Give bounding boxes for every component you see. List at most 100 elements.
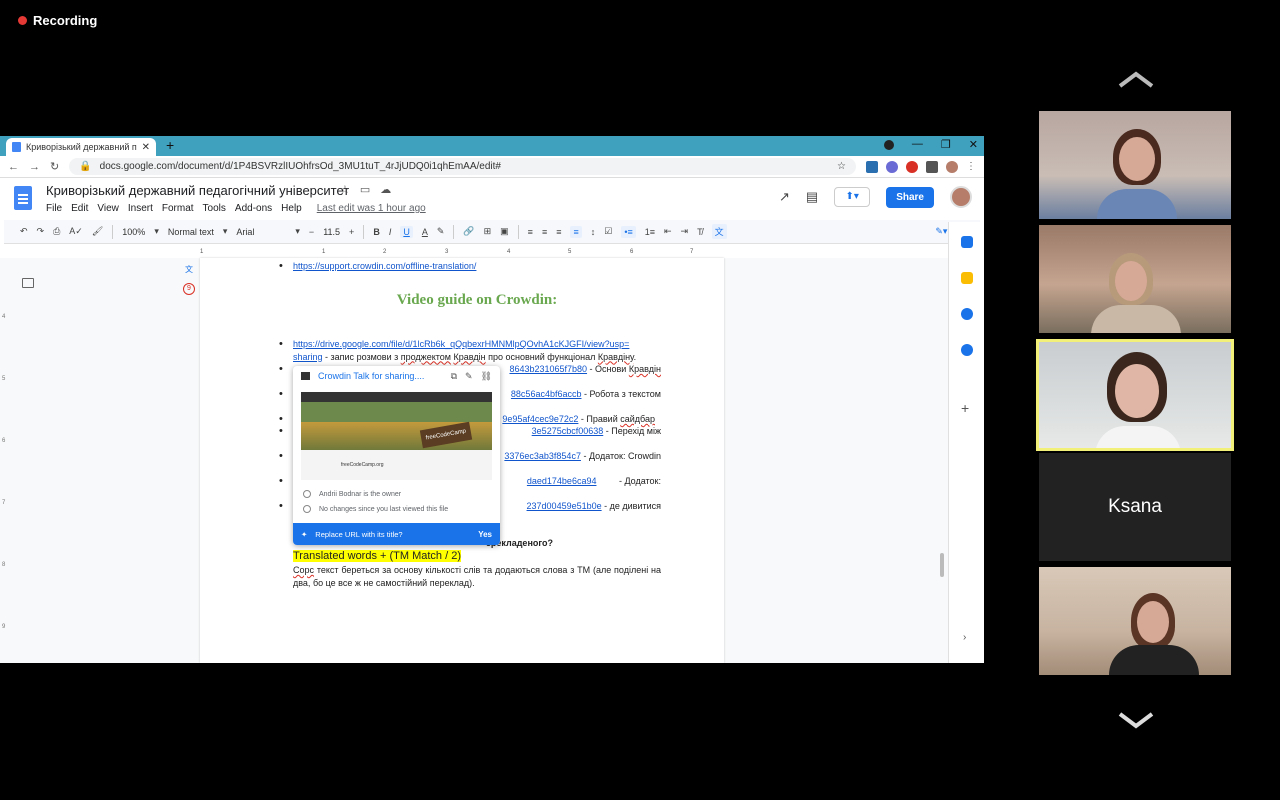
misspelled-word[interactable]: сайдбар — [620, 414, 655, 424]
active-speaker-tile[interactable] — [1036, 339, 1234, 451]
video-thumbnail[interactable]: freeCodeCamp freeCodeCamp.org — [301, 392, 492, 480]
translate-suggest-icon[interactable]: 文 — [185, 264, 193, 275]
align-left-icon[interactable]: ≡ — [528, 227, 533, 237]
misspelled-word[interactable]: Сорс — [293, 565, 314, 575]
copy-link-icon[interactable]: ⧉ — [451, 371, 457, 382]
expand-panel-icon[interactable]: › — [963, 632, 966, 643]
link[interactable]: 9e95af4cec9e72c2 — [502, 414, 578, 424]
keep-icon[interactable] — [961, 272, 973, 284]
participant-tile[interactable] — [1039, 567, 1231, 675]
font-select[interactable]: Arial — [236, 227, 286, 237]
link-icon[interactable]: 🔗 — [463, 226, 474, 237]
star-icon[interactable]: ☆ — [340, 183, 350, 196]
gear-ext-icon[interactable] — [886, 160, 898, 173]
decrease-indent-icon[interactable]: ⇤ — [664, 226, 672, 237]
minimize-icon[interactable]: — — [912, 138, 923, 151]
present-button[interactable]: ⬆▾ — [834, 187, 871, 207]
close-tab-icon[interactable]: ✕ — [142, 142, 150, 153]
document-outline-icon[interactable] — [22, 278, 34, 288]
link[interactable]: 8643b231065f7b80 — [509, 364, 587, 374]
scroll-up-icon[interactable] — [1118, 70, 1154, 90]
link[interactable]: daed174be6ca94 — [527, 476, 597, 486]
add-ons-plus-icon[interactable]: + — [961, 400, 969, 416]
redo-icon[interactable]: ↷ — [37, 226, 45, 237]
link[interactable]: https://drive.google.com/file/d/1lcRb6k_… — [293, 339, 629, 349]
activity-trend-icon[interactable]: ↗ — [779, 189, 790, 205]
profile-icon[interactable] — [883, 140, 894, 150]
align-center-icon[interactable]: ≡ — [542, 227, 547, 237]
bookmark-star-icon[interactable]: ☆ — [837, 161, 846, 172]
link[interactable]: 3e5275cbcf00638 — [532, 426, 604, 436]
bulleted-list-icon[interactable]: •≡ — [621, 225, 636, 238]
restore-icon[interactable]: ❐ — [941, 138, 951, 151]
undo-icon[interactable]: ↶ — [20, 226, 28, 237]
last-edit-link[interactable]: Last edit was 1 hour ago — [317, 203, 426, 214]
line-spacing-icon[interactable]: ↕ — [591, 227, 596, 237]
italic-icon[interactable]: I — [389, 227, 392, 237]
font-size-field[interactable]: 11.5 — [323, 227, 340, 237]
calendar-icon[interactable] — [961, 236, 973, 248]
checklist-icon[interactable]: ☑ — [604, 226, 612, 237]
browser-tab[interactable]: Криворізький державний педаг ✕ — [6, 138, 156, 156]
link[interactable]: 88c56ac4bf6accb — [511, 389, 582, 399]
edit-link-icon[interactable]: ✎ — [465, 371, 473, 382]
link-preview-title[interactable]: Crowdin Talk for sharing.... — [318, 371, 443, 381]
remove-link-icon[interactable]: ⛓ — [481, 371, 492, 382]
translate-ext-icon[interactable] — [866, 160, 878, 173]
menu-format[interactable]: Format — [162, 203, 194, 214]
menu-insert[interactable]: Insert — [128, 203, 153, 214]
opera-ext-icon[interactable] — [906, 160, 918, 173]
align-justify-icon[interactable]: ≡ — [570, 225, 582, 238]
bold-icon[interactable]: B — [373, 227, 380, 237]
share-button[interactable]: Share — [886, 186, 934, 208]
menu-help[interactable]: Help — [281, 203, 302, 214]
new-tab-button[interactable]: + — [166, 137, 174, 153]
scrollbar-thumb[interactable] — [940, 553, 944, 577]
kebab-menu-icon[interactable]: ⋮ — [966, 161, 976, 173]
participant-tile[interactable] — [1039, 111, 1231, 219]
avatar-small[interactable] — [946, 160, 958, 173]
menu-tools[interactable]: Tools — [203, 203, 226, 214]
zoom-select[interactable]: 100% — [122, 227, 145, 237]
reload-icon[interactable]: ↻ — [50, 160, 59, 173]
menu-view[interactable]: View — [97, 203, 119, 214]
increase-indent-icon[interactable]: ⇥ — [681, 226, 689, 237]
link[interactable]: sharing — [293, 352, 323, 362]
translate-icon[interactable]: 文 — [711, 224, 727, 239]
contacts-icon[interactable] — [961, 344, 973, 356]
menu-edit[interactable]: Edit — [71, 203, 88, 214]
clear-formatting-icon[interactable]: T̸ — [697, 227, 703, 237]
link[interactable]: 237d00459e51b0e — [527, 501, 602, 511]
misspelled-word[interactable]: Кравдін — [453, 352, 485, 362]
comments-count-badge[interactable]: 9 — [183, 283, 195, 295]
forward-icon[interactable]: → — [29, 161, 40, 173]
text-color-icon[interactable]: A — [422, 227, 428, 237]
font-size-decrease-icon[interactable]: − — [309, 227, 314, 237]
cloud-icon[interactable]: ☁ — [380, 183, 391, 196]
comment-icon[interactable]: ⊞ — [484, 226, 492, 237]
editing-mode-icon[interactable]: ✎▾ — [935, 226, 947, 237]
font-size-increase-icon[interactable]: + — [349, 227, 354, 237]
participant-tile[interactable] — [1039, 225, 1231, 333]
tasks-icon[interactable] — [961, 308, 973, 320]
comment-history-icon[interactable]: ▤ — [806, 189, 818, 205]
misspelled-word[interactable]: Кравдін — [629, 364, 661, 374]
underline-icon[interactable]: U — [400, 225, 413, 238]
link[interactable]: https://support.crowdin.com/offline-tran… — [293, 261, 476, 271]
image-icon[interactable]: ▣ — [500, 226, 509, 237]
close-window-icon[interactable]: ✕ — [969, 138, 978, 151]
back-icon[interactable]: ← — [8, 161, 19, 173]
paint-format-icon[interactable]: 🖌 — [92, 226, 103, 237]
menu-addons[interactable]: Add-ons — [235, 203, 272, 214]
align-right-icon[interactable]: ≡ — [556, 227, 561, 237]
puzzle-icon[interactable] — [926, 160, 938, 173]
scroll-down-icon[interactable] — [1118, 710, 1154, 730]
numbered-list-icon[interactable]: 1≡ — [645, 227, 655, 237]
omnibox[interactable]: 🔒 docs.google.com/document/d/1P4BSVRzlIU… — [69, 158, 856, 175]
style-select[interactable]: Normal text — [168, 227, 214, 237]
user-avatar[interactable] — [950, 186, 972, 208]
spellcheck-icon[interactable]: A✓ — [69, 226, 83, 237]
link[interactable]: 3376ec3ab3f854c7 — [504, 451, 581, 461]
menu-file[interactable]: File — [46, 203, 62, 214]
print-icon[interactable]: ⎙ — [53, 226, 60, 237]
